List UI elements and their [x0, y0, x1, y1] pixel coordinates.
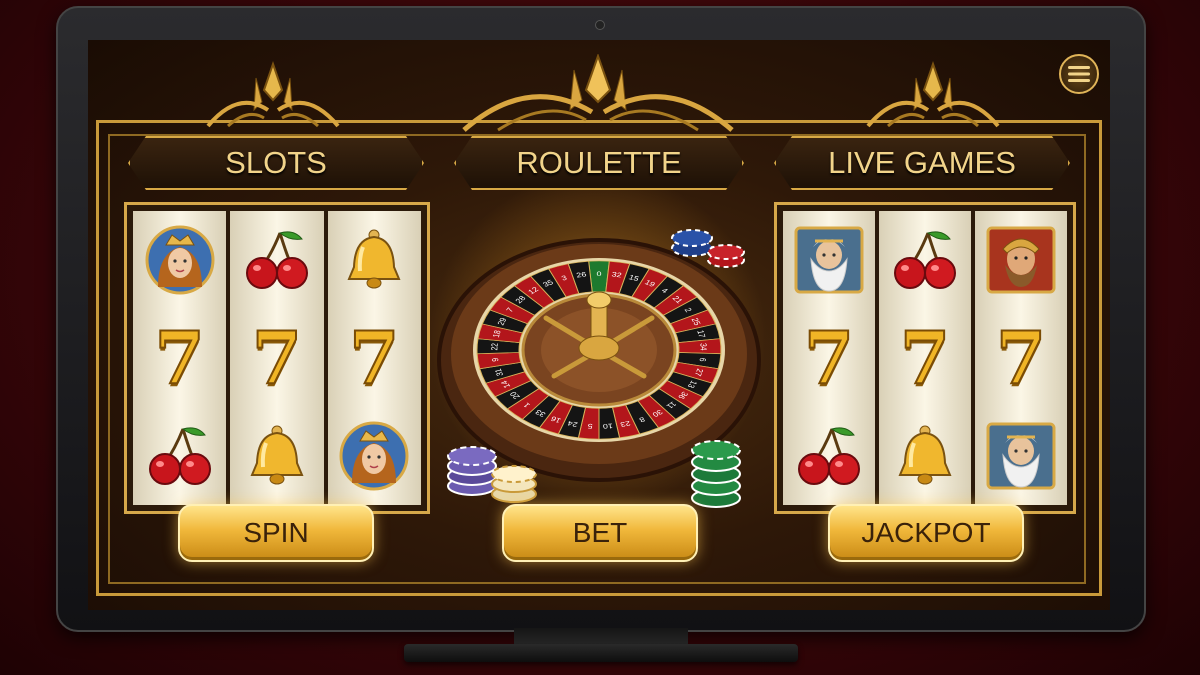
lucky-seven-symbol: 7	[886, 315, 964, 400]
zeus-portrait-icon	[790, 224, 868, 296]
chip-stack-back	[671, 229, 745, 268]
tab-roulette[interactable]: ROULETTE	[454, 136, 744, 190]
art-deco-ornament-right	[858, 60, 1008, 130]
queen-portrait-icon	[141, 224, 219, 296]
lucky-seven-symbol: 7	[790, 315, 868, 400]
lucky-seven-text: 7	[251, 315, 303, 400]
lucky-seven-symbol: 7	[335, 315, 413, 400]
live-games-reel-panel[interactable]: 777	[774, 202, 1076, 514]
tab-slots-label: SLOTS	[225, 145, 327, 180]
cherry-icon	[790, 420, 868, 492]
jackpot-button[interactable]: JACKPOT	[828, 504, 1024, 562]
art-deco-ornament-center	[458, 54, 738, 134]
roulette-pocket-number: 22	[489, 343, 500, 351]
roulette-pocket-number: 32	[611, 271, 623, 280]
zeus-portrait-icon	[982, 420, 1060, 492]
casino-screen: SLOTS ROULETTE LIVE GAMES 777 777 0 32 15 1…	[88, 40, 1110, 610]
warrior-portrait-icon	[982, 224, 1060, 296]
lucky-seven-symbol: 7	[238, 315, 316, 400]
hamburger-menu-icon	[1068, 66, 1090, 82]
webcam	[595, 20, 605, 30]
lucky-seven-text: 7	[803, 315, 855, 400]
slots-reel-panel[interactable]: 777	[124, 202, 430, 514]
cherry-icon	[141, 420, 219, 492]
bet-button-label: BET	[572, 517, 628, 548]
left-slot-reel: 7	[327, 211, 421, 505]
lucky-seven-text: 7	[348, 315, 400, 400]
monitor-stand-base	[404, 644, 798, 662]
tab-live-games[interactable]: LIVE GAMES	[774, 136, 1070, 190]
lucky-seven-text: 7	[899, 315, 951, 400]
chip-stack-right	[691, 440, 741, 508]
queen-portrait-icon	[335, 420, 413, 492]
bell-icon	[886, 420, 964, 492]
right-slot-reel: 7	[879, 211, 971, 505]
roulette-pocket-number: 34	[698, 343, 709, 351]
cherry-icon	[886, 224, 964, 296]
bet-button[interactable]: BET	[502, 504, 698, 562]
lucky-seven-text: 7	[995, 315, 1047, 400]
roulette-pocket-number: 17	[695, 330, 707, 339]
jackpot-button-label: JACKPOT	[861, 517, 991, 548]
lucky-seven-symbol: 7	[982, 315, 1060, 400]
art-deco-ornament-left	[198, 60, 348, 130]
left-slot-reel: 7	[133, 211, 227, 505]
lucky-seven-symbol: 7	[141, 315, 219, 400]
roulette-pocket-number: 10	[602, 422, 614, 430]
menu-button[interactable]	[1059, 54, 1099, 94]
spin-button[interactable]: SPIN	[178, 504, 374, 562]
roulette-pocket-number: 0	[597, 270, 603, 278]
spin-button-label: SPIN	[243, 517, 309, 548]
chip-stack-left	[447, 446, 537, 503]
tab-roulette-label: ROULETTE	[516, 145, 682, 180]
right-slot-reel: 7	[975, 211, 1067, 505]
cherry-icon	[238, 224, 316, 296]
tab-slots[interactable]: SLOTS	[128, 136, 424, 190]
lucky-seven-text: 7	[154, 315, 206, 400]
left-slot-reel: 7	[230, 211, 324, 505]
bell-icon	[238, 420, 316, 492]
right-slot-reel: 7	[783, 211, 875, 505]
tab-live-games-label: LIVE GAMES	[828, 145, 1016, 180]
bell-icon	[335, 224, 413, 296]
